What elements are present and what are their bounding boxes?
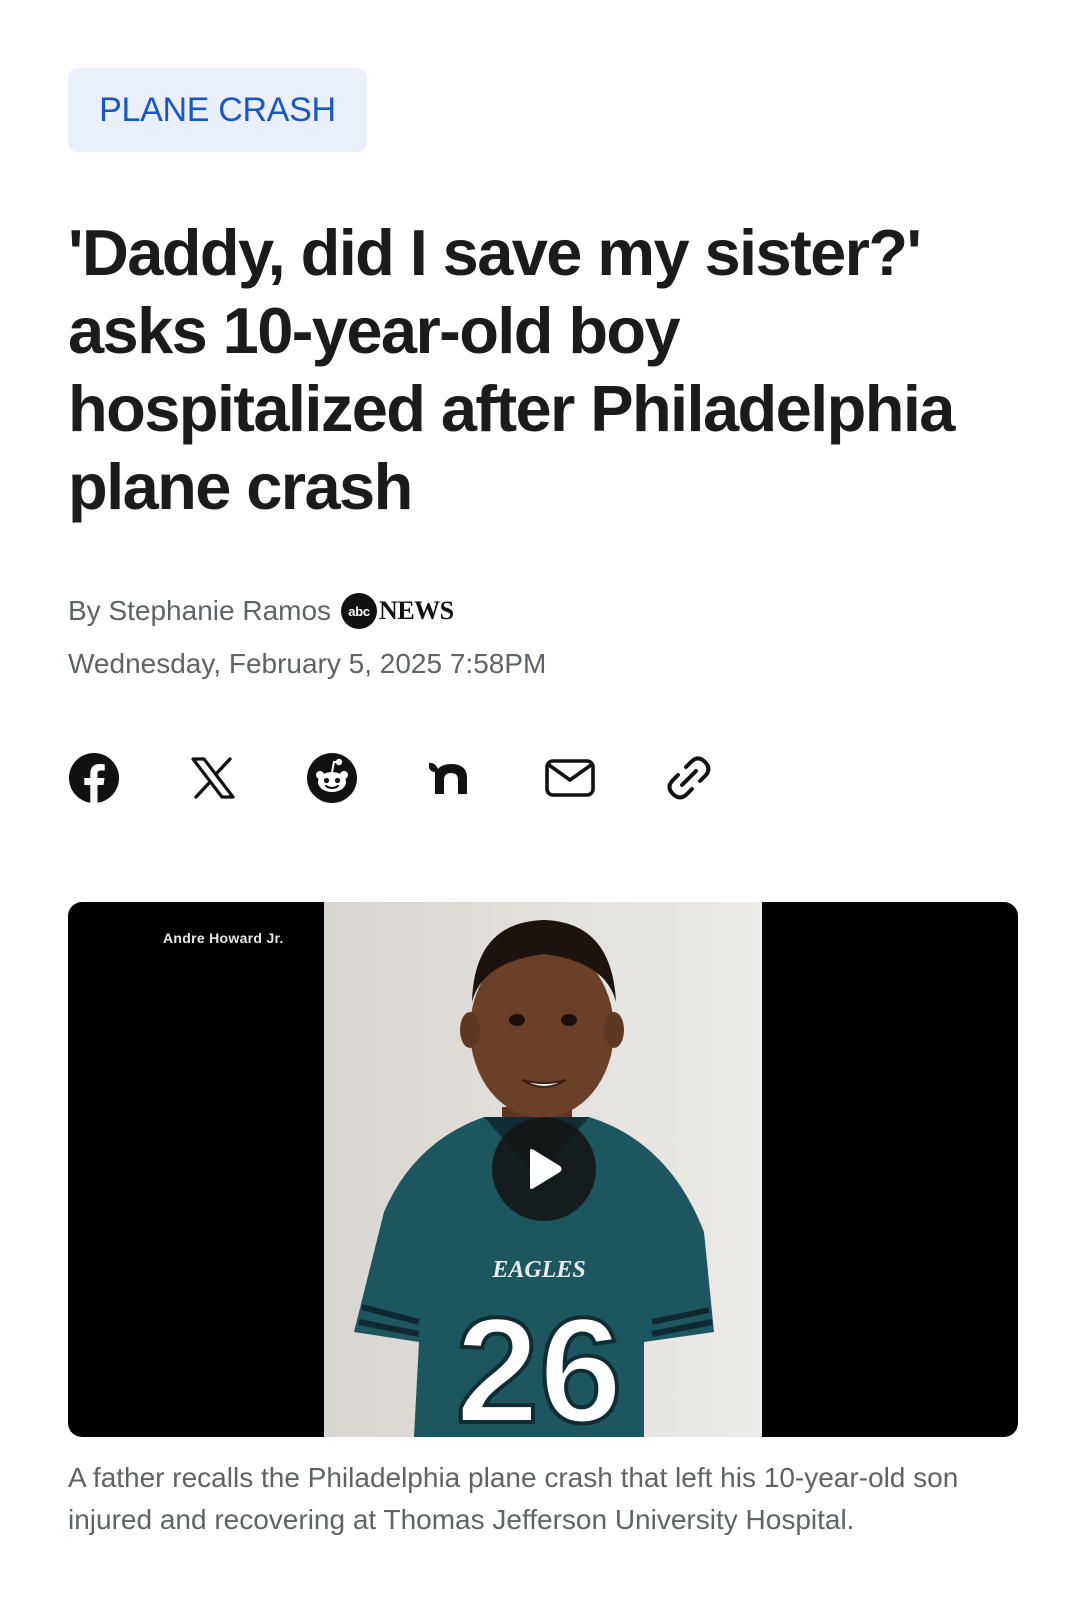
play-icon [530,1149,562,1189]
facebook-icon [69,753,119,804]
category-tag-label: PLANE CRASH [99,90,336,129]
byline: By Stephanie Ramos abc NEWS [68,593,454,629]
video-player[interactable]: EAGLES 26 Andre Howard Jr. [68,902,1018,1437]
share-nextdoor-button[interactable] [425,752,477,804]
photo-credit: Andre Howard Jr. [163,930,284,946]
share-facebook-button[interactable] [68,752,120,804]
share-x-button[interactable] [187,752,239,804]
video-caption: A father recalls the Philadelphia plane … [68,1462,959,1535]
jersey-lettering: EAGLES [491,1257,585,1283]
x-icon [191,757,235,799]
abc-logo-news: NEWS [379,596,454,625]
article-headline: 'Daddy, did I save my sister?' asks 10-y… [68,216,955,523]
abc-news-logo: abc NEWS [341,593,454,629]
share-bar [68,752,715,804]
link-icon [667,756,711,800]
nextdoor-icon [429,762,467,794]
copy-link-button[interactable] [663,752,715,804]
category-tag[interactable]: PLANE CRASH [68,68,367,152]
play-button[interactable] [492,1117,596,1221]
publish-timestamp: Wednesday, February 5, 2025 7:58PM [68,648,547,679]
author-name[interactable]: By Stephanie Ramos [68,595,331,627]
share-email-button[interactable] [544,752,596,804]
jersey-number: 26 [456,1286,623,1437]
reddit-icon [307,753,357,803]
email-icon [545,759,595,797]
abc-logo-circle: abc [341,593,378,629]
share-reddit-button[interactable] [306,752,358,804]
